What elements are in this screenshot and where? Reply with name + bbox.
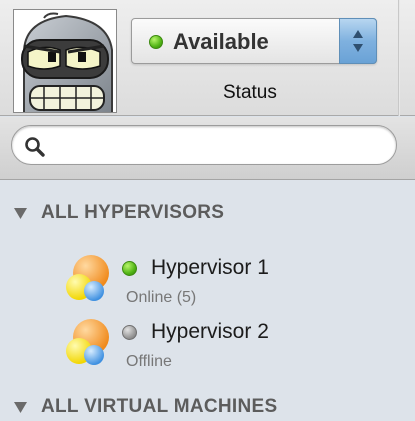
header: Available Status (0, 0, 415, 116)
search-icon (25, 137, 45, 157)
group-header-hypervisors[interactable]: ALL HYPERVISORS (13, 200, 224, 226)
avatar[interactable] (13, 9, 117, 113)
group-title: ALL VIRTUAL MACHINES (41, 396, 278, 417)
robot-face-icon (14, 10, 116, 112)
status-stepper[interactable] (339, 18, 377, 64)
list-item-hypervisor-1[interactable]: Hypervisor 1 Online (5) (64, 254, 364, 314)
status-select[interactable]: Available (131, 18, 377, 64)
hypervisor-status: Online (5) (126, 289, 197, 306)
hypervisor-icon (66, 319, 109, 365)
available-indicator-icon (149, 35, 163, 49)
online-status-icon (122, 261, 137, 276)
group-title: ALL HYPERVISORS (41, 202, 225, 223)
hypervisor-name: Hypervisor 1 (151, 256, 269, 279)
search-bar (0, 117, 415, 180)
group-header-virtual-machines[interactable]: ALL VIRTUAL MACHINES (13, 394, 277, 420)
hypervisor-icon (66, 255, 109, 301)
header-divider (398, 0, 400, 116)
status-select-value: Available (173, 29, 269, 54)
hypervisor-name: Hypervisor 2 (151, 320, 269, 343)
hypervisor-status: Offline (126, 353, 172, 370)
up-down-arrows-icon (353, 30, 363, 52)
status-label: Status (223, 82, 277, 103)
disclosure-triangle-icon[interactable] (13, 401, 28, 414)
list-item-hypervisor-2[interactable]: Hypervisor 2 Offline (64, 318, 364, 378)
search-field[interactable] (11, 125, 397, 165)
search-input[interactable] (52, 132, 382, 158)
offline-status-icon (122, 325, 137, 340)
disclosure-triangle-icon[interactable] (13, 207, 28, 220)
